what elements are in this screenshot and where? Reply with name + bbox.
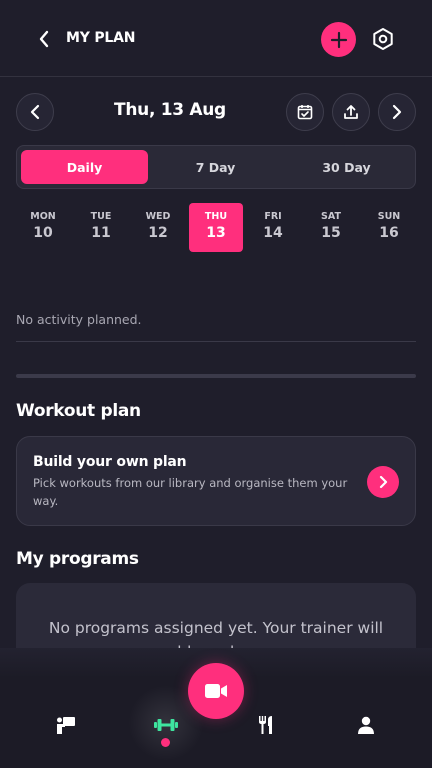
day-name: SUN xyxy=(377,211,401,222)
build-plan-card[interactable]: Build your own plan Pick workouts from o… xyxy=(16,436,416,526)
video-camera-icon xyxy=(205,684,227,698)
tab-7-day[interactable]: 7 Day xyxy=(152,150,279,184)
day-tue[interactable]: TUE 11 xyxy=(74,203,128,252)
day-fri[interactable]: FRI 14 xyxy=(246,203,300,252)
day-number: 13 xyxy=(206,225,226,241)
day-name: WED xyxy=(145,211,171,222)
calendar-button[interactable] xyxy=(286,93,324,131)
day-wed[interactable]: WED 12 xyxy=(131,203,185,252)
dumbbell-icon xyxy=(154,719,178,731)
tab-daily[interactable]: Daily xyxy=(21,150,148,184)
build-plan-button[interactable] xyxy=(367,466,399,498)
nav-profile[interactable] xyxy=(346,705,386,745)
day-name: THU xyxy=(204,211,228,222)
page-title: MY PLAN xyxy=(66,30,136,46)
day-name: TUE xyxy=(90,211,112,222)
section-divider xyxy=(16,374,416,378)
day-name: FRI xyxy=(264,211,282,222)
active-tab-indicator xyxy=(161,738,170,747)
day-number: 14 xyxy=(263,225,283,241)
build-plan-title: Build your own plan xyxy=(33,454,187,470)
tab-30-day[interactable]: 30 Day xyxy=(283,150,410,184)
upload-icon xyxy=(344,105,358,119)
share-button[interactable] xyxy=(332,93,370,131)
add-button[interactable] xyxy=(321,22,356,57)
build-plan-description: Pick workouts from our library and organ… xyxy=(33,476,348,508)
chevron-left-icon xyxy=(39,30,49,48)
calendar-check-icon xyxy=(297,105,313,120)
settings-icon xyxy=(373,28,393,50)
chevron-left-icon xyxy=(30,104,40,120)
whiteboard-coach-icon xyxy=(57,717,75,734)
range-selector: Daily 7 Day 30 Day xyxy=(16,145,416,189)
nav-coach[interactable] xyxy=(46,705,86,745)
day-number: 10 xyxy=(33,225,53,241)
divider xyxy=(16,341,416,342)
day-name: MON xyxy=(30,211,56,222)
fork-knife-icon xyxy=(259,716,272,734)
no-activity-text: No activity planned. xyxy=(16,312,142,327)
video-call-button[interactable] xyxy=(188,663,244,719)
day-name: SAT xyxy=(321,211,341,222)
settings-button[interactable] xyxy=(370,26,396,52)
chevron-right-icon xyxy=(392,104,402,120)
day-number: 12 xyxy=(148,225,168,241)
day-number: 15 xyxy=(321,225,341,241)
back-button[interactable] xyxy=(34,28,54,50)
day-thu[interactable]: THU 13 xyxy=(189,203,243,252)
my-programs-title: My programs xyxy=(16,549,139,569)
next-day-button[interactable] xyxy=(378,93,416,131)
day-mon[interactable]: MON 10 xyxy=(16,203,70,252)
workout-plan-title: Workout plan xyxy=(16,401,141,421)
day-number: 11 xyxy=(91,225,111,241)
plus-icon xyxy=(330,31,347,48)
day-sun[interactable]: SUN 16 xyxy=(362,203,416,252)
current-date-label: Thu, 13 Aug xyxy=(114,100,226,120)
day-sat[interactable]: SAT 15 xyxy=(304,203,358,252)
previous-day-button[interactable] xyxy=(16,93,54,131)
user-icon xyxy=(358,716,374,734)
day-number: 16 xyxy=(379,225,399,241)
app-header: MY PLAN xyxy=(0,0,432,77)
nav-nutrition[interactable] xyxy=(246,705,286,745)
chevron-right-icon xyxy=(379,475,388,489)
